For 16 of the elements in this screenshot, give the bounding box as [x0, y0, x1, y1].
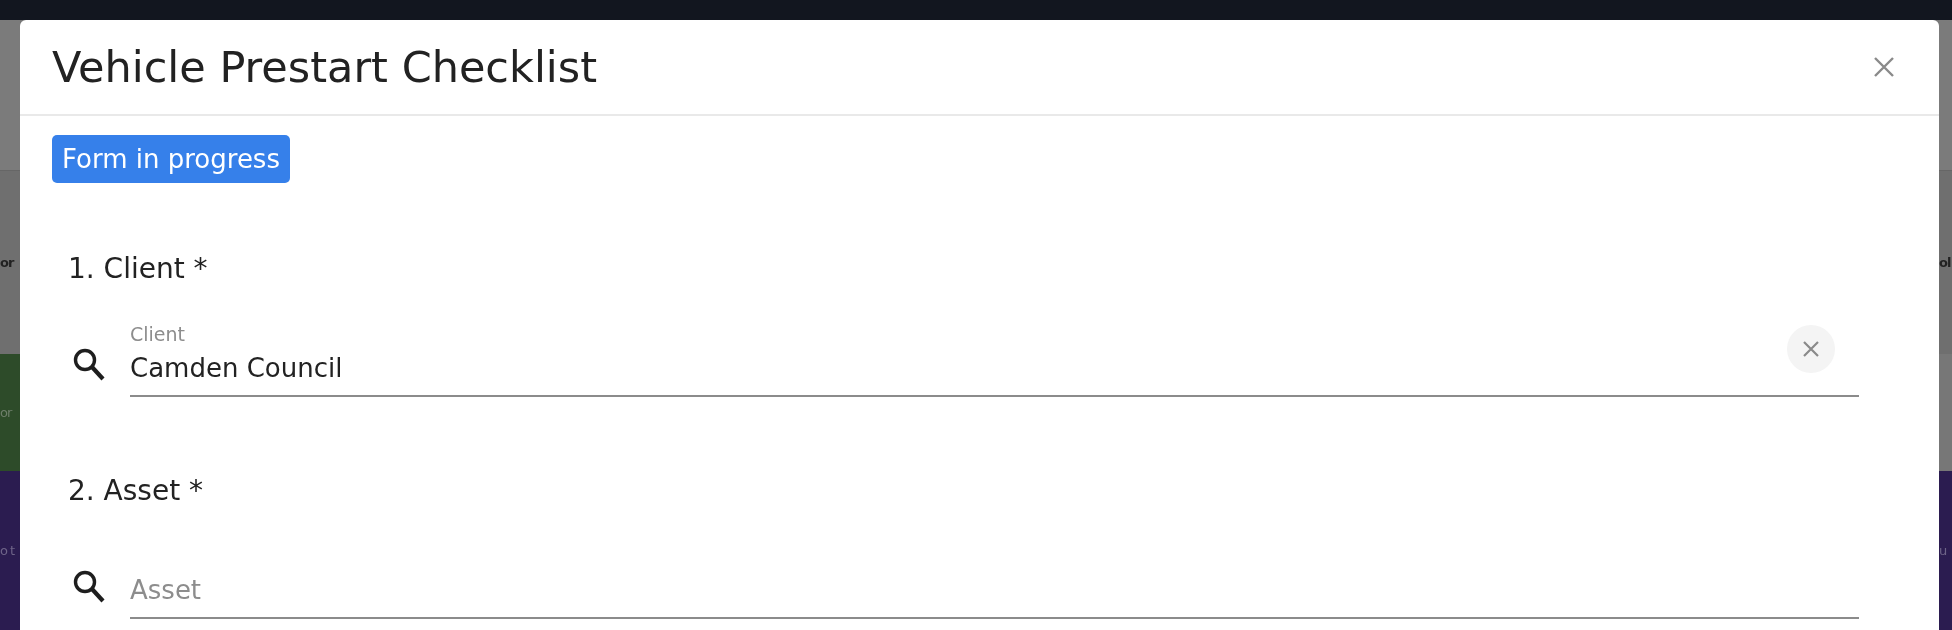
- background-text: or: [0, 405, 12, 420]
- clear-button[interactable]: [1787, 325, 1835, 373]
- background-text: ol: [1939, 255, 1951, 270]
- background-text: or: [0, 255, 14, 270]
- question-label: 2. Asset *: [68, 475, 204, 507]
- question-label: 1. Client *: [68, 253, 208, 285]
- close-icon: [1802, 340, 1820, 358]
- dialog-title: Vehicle Prestart Checklist: [52, 42, 598, 92]
- search-icon: [72, 569, 106, 605]
- background-text: u: [1939, 543, 1947, 558]
- search-icon: [72, 347, 106, 383]
- close-icon: [1873, 56, 1895, 78]
- search-field[interactable]: Asset: [130, 575, 1859, 619]
- background-text: o t: [0, 543, 15, 558]
- field-label: Client: [130, 323, 186, 345]
- status-badge: Form in progress: [52, 135, 290, 183]
